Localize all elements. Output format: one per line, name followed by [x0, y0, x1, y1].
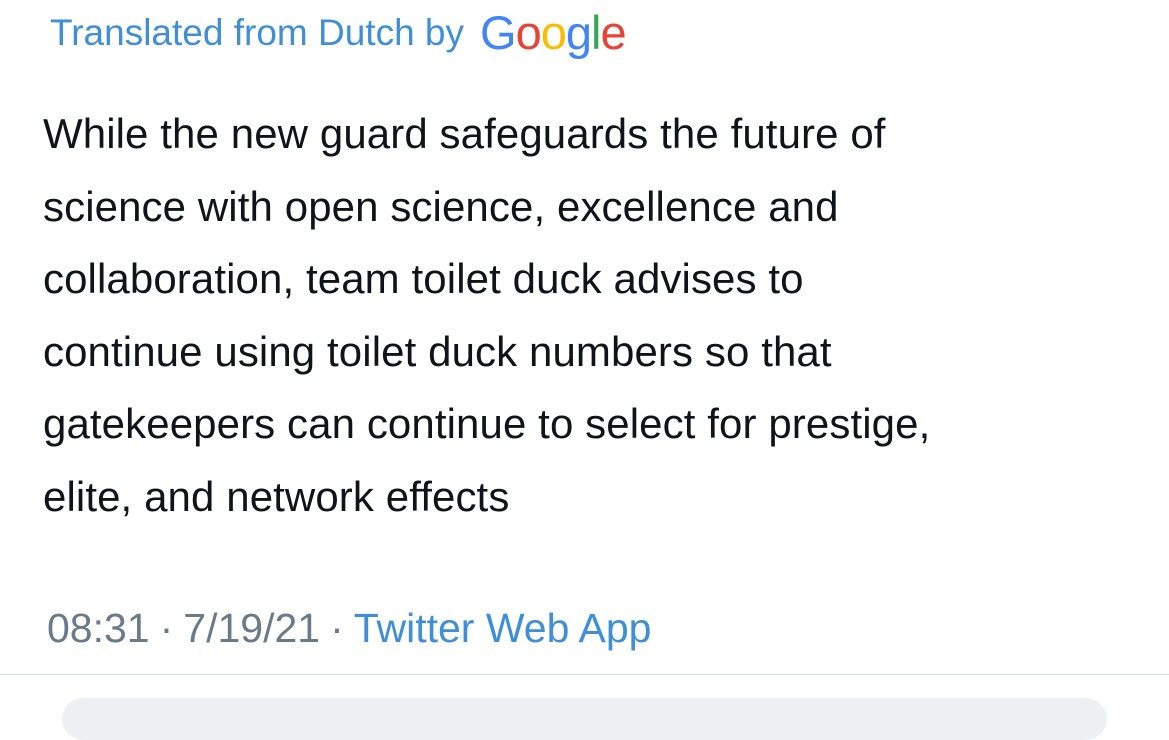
tweet-detail: Translated from Dutch by Google While th… — [0, 0, 1169, 740]
translation-label: Translated from Dutch by — [50, 12, 465, 53]
meta-separator: · — [159, 605, 174, 651]
divider — [0, 674, 1169, 675]
google-logo-letter-o2: o — [540, 6, 567, 59]
meta-separator: · — [330, 605, 344, 651]
tweet-source-link[interactable]: Twitter Web App — [354, 600, 652, 656]
tweet-time[interactable]: 08:31 — [47, 600, 150, 656]
reply-bar[interactable] — [62, 698, 1107, 740]
tweet-text-line: gatekeepers can continue to select for p… — [43, 400, 931, 447]
google-logo: Google — [480, 6, 627, 59]
tweet-text-line: continue using toilet duck numbers so th… — [43, 327, 832, 375]
google-logo-letter-g2: g — [565, 6, 592, 59]
google-logo-letter-l: l — [591, 6, 602, 59]
tweet-text: While the new guard safeguards the futur… — [43, 98, 1133, 533]
tweet-text-line: While the new guard safeguards the futur… — [43, 110, 886, 157]
tweet-text-line: collaboration, team toilet duck advises … — [43, 255, 804, 302]
tweet-metadata: 08:31 · 7/19/21 · Twitter Web App — [47, 600, 652, 656]
google-logo-letter-e: e — [600, 6, 626, 59]
tweet-text-line: elite, and network effects — [43, 472, 510, 520]
google-logo-letter-g: G — [480, 6, 517, 59]
translation-attribution: Translated from Dutch by Google — [50, 6, 627, 59]
tweet-text-line: science with open science, excellence an… — [43, 182, 839, 230]
google-logo-letter-o1: o — [515, 6, 542, 59]
tweet-date[interactable]: 7/19/21 — [183, 600, 320, 656]
